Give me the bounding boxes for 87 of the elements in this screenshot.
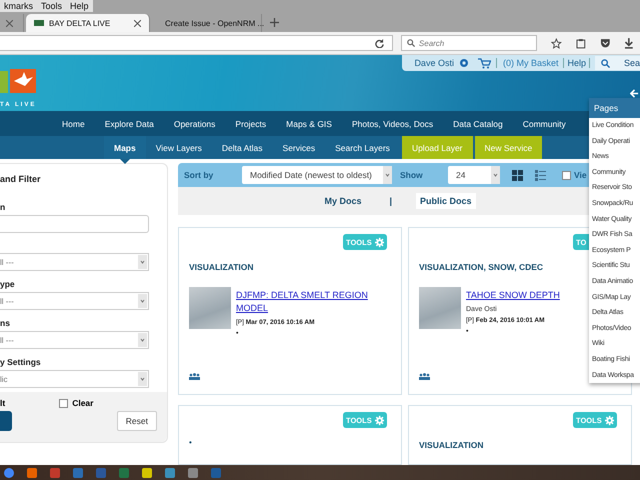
nav-link[interactable]: Data Catalog bbox=[443, 118, 513, 128]
card-category: VISUALIZATION bbox=[419, 440, 484, 450]
cart-icon[interactable] bbox=[478, 58, 491, 68]
search-field[interactable]: Search bbox=[400, 35, 538, 51]
nav-link[interactable]: Maps & GIS bbox=[276, 118, 342, 128]
select-field[interactable]: ll --- bbox=[0, 253, 149, 271]
close-icon[interactable] bbox=[6, 20, 13, 26]
gear-icon bbox=[374, 414, 384, 426]
menu-item[interactable]: Tools bbox=[37, 0, 66, 12]
field-label: n bbox=[0, 202, 6, 212]
favicon-icon bbox=[34, 18, 44, 28]
select-field[interactable]: ll --- bbox=[0, 331, 149, 349]
pointer-icon bbox=[120, 159, 130, 164]
nav-link[interactable]: Projects bbox=[225, 118, 276, 128]
document-link[interactable]: DJFMP: DELTA SMELT REGION MODEL bbox=[236, 289, 387, 315]
star-icon[interactable] bbox=[551, 38, 562, 48]
clear-checkbox[interactable] bbox=[59, 398, 68, 408]
browser-tab[interactable]: BAY DELTA LIVE bbox=[26, 14, 150, 32]
field-label: y Settings bbox=[0, 357, 42, 367]
dropdown-icon bbox=[138, 294, 147, 308]
sort-label: Sort by bbox=[184, 170, 214, 180]
thumbnail-placeholder bbox=[419, 287, 461, 329]
docs-tab[interactable]: Public Docs bbox=[416, 193, 476, 209]
dropdown-icon bbox=[138, 255, 147, 269]
document-link[interactable]: TAHOE SNOW DEPTH bbox=[466, 289, 560, 302]
gear-icon bbox=[604, 414, 614, 426]
reload-icon[interactable] bbox=[374, 38, 384, 48]
subnav-link[interactable]: Delta Atlas bbox=[212, 136, 273, 159]
address-field[interactable] bbox=[0, 35, 393, 51]
card-category: VISUALIZATION bbox=[189, 262, 254, 272]
reset-button[interactable]: Reset bbox=[116, 411, 157, 431]
app-icon[interactable] bbox=[188, 468, 198, 478]
select-field[interactable]: lic bbox=[0, 370, 149, 388]
menu-item[interactable]: kmarks bbox=[0, 0, 37, 12]
separator-text: | bbox=[389, 196, 392, 206]
nav-link[interactable]: Explore Data bbox=[94, 118, 164, 128]
back-arrow-icon[interactable] bbox=[630, 89, 639, 98]
docs-tab[interactable]: My Docs bbox=[320, 193, 366, 209]
dropdown-icon bbox=[491, 166, 500, 184]
subnav-link[interactable]: View Layers bbox=[146, 136, 212, 159]
search-icon bbox=[600, 58, 610, 68]
select-field[interactable]: ll --- bbox=[0, 292, 149, 310]
panel-title: and Filter bbox=[0, 173, 42, 186]
show-label: Show bbox=[400, 170, 424, 180]
subnav-link[interactable]: Search Layers bbox=[325, 136, 400, 159]
app-icon[interactable] bbox=[142, 468, 152, 478]
logo-icon bbox=[0, 67, 38, 95]
footer-label: lt bbox=[0, 398, 6, 408]
help-link[interactable]: Help bbox=[563, 58, 590, 68]
menu-item[interactable]: Help bbox=[66, 0, 93, 12]
user-name[interactable]: Dave Osti bbox=[414, 58, 454, 68]
field-label: ns bbox=[0, 318, 11, 328]
sort-select[interactable]: Modified Date (newest to oldest) bbox=[242, 166, 392, 184]
list-view-icon[interactable] bbox=[535, 170, 546, 180]
dropdown-icon bbox=[138, 333, 147, 347]
site-search-field[interactable]: Sea bbox=[594, 56, 640, 70]
search-icon bbox=[406, 39, 415, 47]
card-category: VISUALIZATION, SNOW, CDEC bbox=[419, 262, 544, 272]
app-icon[interactable] bbox=[27, 468, 37, 478]
new-tab-icon[interactable] bbox=[270, 18, 279, 27]
group-icon[interactable] bbox=[419, 373, 430, 380]
menu-header: Pages bbox=[589, 98, 640, 118]
nav-link[interactable]: Home bbox=[52, 118, 95, 128]
thumbnail-placeholder bbox=[189, 287, 231, 329]
app-icon[interactable] bbox=[165, 468, 175, 478]
clipboard-icon[interactable] bbox=[576, 38, 586, 48]
gear-icon bbox=[374, 236, 384, 248]
download-icon[interactable] bbox=[624, 38, 634, 48]
nav-link[interactable]: Photos, Videos, Docs bbox=[342, 118, 444, 128]
nav-link[interactable]: Community bbox=[512, 118, 576, 128]
grid-view-icon[interactable] bbox=[512, 170, 523, 180]
view-checkbox[interactable] bbox=[562, 170, 571, 180]
bullet-text: • bbox=[189, 438, 193, 447]
group-icon[interactable] bbox=[189, 373, 200, 380]
checkbox-label: Clear bbox=[72, 398, 94, 408]
nav-link[interactable]: Operations bbox=[164, 118, 226, 128]
gear-icon[interactable] bbox=[458, 58, 469, 68]
dropdown-icon bbox=[383, 166, 392, 184]
browser-icon[interactable] bbox=[4, 468, 14, 478]
checkbox-label: Vie bbox=[574, 170, 587, 180]
subnav-link[interactable]: Services bbox=[272, 136, 326, 159]
dropdown-icon bbox=[138, 372, 147, 386]
text-field[interactable] bbox=[0, 215, 149, 233]
field-label: ype bbox=[0, 279, 16, 289]
pocket-icon[interactable] bbox=[600, 38, 610, 48]
close-icon[interactable] bbox=[134, 20, 141, 26]
show-select[interactable]: 24 bbox=[448, 166, 500, 184]
